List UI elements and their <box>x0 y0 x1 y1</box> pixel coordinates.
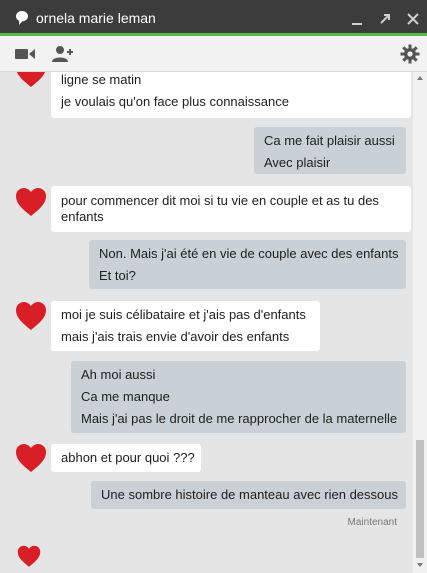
contact-avatar-heart-icon <box>16 72 46 87</box>
scrollbar-thumb[interactable] <box>416 440 424 558</box>
message-timestamp: Maintenant <box>347 517 397 528</box>
video-call-icon[interactable] <box>14 45 36 63</box>
incoming-message[interactable]: abhon et pour quoi ??? <box>51 444 201 472</box>
chat-bubble-icon <box>16 11 28 25</box>
scroll-down-arrow-icon[interactable] <box>417 563 423 567</box>
message-line: je voulais qu'on face plus connaissance <box>61 94 289 109</box>
contact-avatar-heart-icon <box>17 545 41 567</box>
message-line: Ca me manque <box>81 389 170 404</box>
add-person-icon[interactable] <box>52 45 74 63</box>
outgoing-message[interactable]: Non. Mais j'ai été en vie de couple avec… <box>89 240 406 289</box>
message-line: pour commencer dit moi si tu vie en coup… <box>61 193 379 224</box>
message-line: Ah moi aussi <box>81 367 156 382</box>
contact-avatar-heart-icon <box>16 302 46 330</box>
message-line: ligne se matin <box>61 72 142 87</box>
message-line: mais j'ais trais envie d'avoir des enfan… <box>61 329 290 344</box>
incoming-message[interactable]: moi je suis célibataire et j'ais pas d'e… <box>51 301 320 351</box>
chat-toolbar <box>0 36 427 72</box>
close-icon[interactable] <box>405 11 421 27</box>
message-line: Une sombre histoire de manteau avec rien… <box>101 487 398 502</box>
outgoing-message[interactable]: Ca me fait plaisir aussi Avec plaisir <box>254 127 406 174</box>
incoming-message[interactable]: ligne se matin je voulais qu'on face plu… <box>51 72 411 118</box>
thread-scrollbar[interactable] <box>413 72 427 573</box>
outgoing-message[interactable]: Une sombre histoire de manteau avec rien… <box>91 481 406 509</box>
chat-window-titlebar[interactable]: ornela marie leman <box>0 0 427 36</box>
settings-gear-icon[interactable] <box>400 44 420 64</box>
message-line: moi je suis célibataire et j'ais pas d'e… <box>61 307 306 322</box>
contact-avatar-heart-icon <box>16 188 46 216</box>
message-thread[interactable]: ligne se matin je voulais qu'on face plu… <box>0 72 413 573</box>
message-line: Et toi? <box>99 268 136 283</box>
popout-icon[interactable] <box>377 11 393 27</box>
minimize-icon[interactable] <box>349 11 365 27</box>
incoming-message[interactable]: pour commencer dit moi si tu vie en coup… <box>51 186 411 232</box>
outgoing-message[interactable]: Ah moi aussi Ca me manque Mais j'ai pas … <box>71 361 406 433</box>
message-line: Ca me fait plaisir aussi <box>264 133 395 148</box>
message-line: abhon et pour quoi ??? <box>61 450 195 465</box>
message-line: Mais j'ai pas le droit de me rapprocher … <box>81 411 398 426</box>
contact-avatar-heart-icon <box>16 444 46 472</box>
message-line: Non. Mais j'ai été en vie de couple avec… <box>99 246 399 261</box>
message-line: Avec plaisir <box>264 155 331 170</box>
chat-title[interactable]: ornela marie leman <box>36 10 156 26</box>
scroll-up-arrow-icon[interactable] <box>417 76 423 80</box>
